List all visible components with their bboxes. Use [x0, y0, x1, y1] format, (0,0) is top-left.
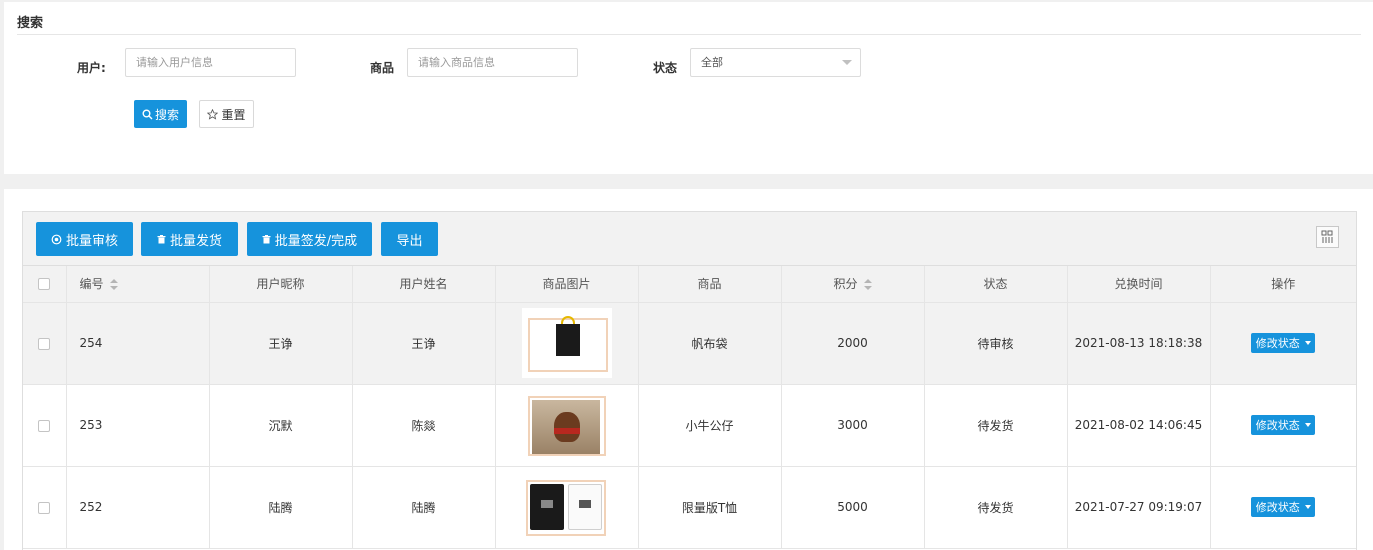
- select-all-cell: [23, 266, 67, 303]
- product-label: 商品: [370, 61, 395, 75]
- cell-points: 2000: [781, 302, 925, 385]
- table-row: 253 沉默 陈燚 小牛公仔 3000 待发货 2021-08-02 14:06…: [23, 384, 1356, 467]
- circle-dot-icon: [51, 234, 62, 244]
- caret-down-icon: [1304, 341, 1311, 345]
- cell-time: 2021-08-13 18:18:38: [1067, 302, 1211, 385]
- table-header-row: 编号 用户昵称 用户姓名 商品图片 商品 积分 状态 兑换时间 操作: [23, 266, 1356, 303]
- chevron-down-icon: [842, 60, 852, 65]
- cell-nickname: 沉默: [209, 384, 353, 467]
- status-label: 状态: [653, 61, 678, 75]
- col-header-image: 商品图片: [495, 266, 639, 303]
- cell-product: 帆布袋: [638, 302, 782, 385]
- col-header-status: 状态: [924, 266, 1068, 303]
- search-button-label: 搜索: [154, 107, 179, 122]
- modify-status-button[interactable]: 修改状态: [1251, 497, 1316, 517]
- cell-image: [495, 466, 639, 549]
- search-button[interactable]: 搜索: [134, 100, 187, 128]
- col-header-product: 商品: [638, 266, 782, 303]
- modify-status-button[interactable]: 修改状态: [1251, 415, 1316, 435]
- export-button[interactable]: 导出: [381, 222, 438, 256]
- cell-id: 254: [66, 302, 210, 385]
- batch-review-label: 批量审核: [65, 233, 118, 249]
- cell-id: 252: [66, 466, 210, 549]
- reset-button[interactable]: 重置: [199, 100, 254, 128]
- col-header-points[interactable]: 积分: [781, 266, 925, 303]
- modify-status-label: 修改状态: [1255, 501, 1300, 514]
- data-table: 编号 用户昵称 用户姓名 商品图片 商品 积分 状态 兑换时间 操作 254 王…: [23, 266, 1356, 549]
- trash-icon: [262, 234, 271, 243]
- table-row: 252 陆腾 陆腾 限量版T恤 5000 待发货 2021-07-27 09:1…: [23, 466, 1356, 549]
- cell-id: 253: [66, 384, 210, 467]
- cell-status: 待审核: [924, 302, 1068, 385]
- export-label: 导出: [396, 233, 423, 249]
- cell-time: 2021-08-02 14:06:45: [1067, 384, 1211, 467]
- col-header-name: 用户姓名: [352, 266, 496, 303]
- star-icon: [207, 108, 219, 120]
- col-header-nickname: 用户昵称: [209, 266, 353, 303]
- caret-down-icon: [1304, 505, 1311, 509]
- product-image[interactable]: [521, 308, 612, 378]
- row-checkbox[interactable]: [38, 337, 51, 350]
- row-checkbox[interactable]: [38, 501, 51, 514]
- col-header-id-label: 编号: [79, 277, 104, 292]
- status-select[interactable]: 全部: [690, 48, 861, 77]
- user-label: 用户:: [77, 61, 106, 75]
- cell-nickname: 王诤: [209, 302, 353, 385]
- select-all-checkbox[interactable]: [38, 278, 51, 291]
- cell-image: [495, 384, 639, 467]
- row-select-cell: [23, 466, 67, 549]
- grid-icon: [1321, 230, 1333, 243]
- search-icon: [142, 109, 153, 119]
- cell-product: 限量版T恤: [638, 466, 782, 549]
- cell-status: 待发货: [924, 384, 1068, 467]
- cell-points: 5000: [781, 466, 925, 549]
- row-select-cell: [23, 302, 67, 385]
- table-toolbar: 批量审核 批量发货 批量签发/完成 导出: [23, 212, 1356, 266]
- search-title: 搜索: [17, 16, 44, 31]
- cell-image: [495, 302, 639, 385]
- cell-name: 陈燚: [352, 384, 496, 467]
- modify-status-label: 修改状态: [1255, 419, 1300, 432]
- cell-action: 修改状态: [1210, 466, 1356, 549]
- data-table-container: 批量审核 批量发货 批量签发/完成 导出 编号 用户昵称 用户姓名 商品图片 商…: [22, 211, 1357, 550]
- modify-status-label: 修改状态: [1255, 337, 1300, 350]
- batch-ship-label: 批量发货: [169, 233, 222, 249]
- cell-action: 修改状态: [1210, 302, 1356, 385]
- product-image[interactable]: [521, 390, 612, 460]
- column-settings-button[interactable]: [1316, 226, 1339, 248]
- cell-nickname: 陆腾: [209, 466, 353, 549]
- product-image[interactable]: [521, 472, 612, 542]
- batch-sign-button[interactable]: 批量签发/完成: [247, 222, 372, 256]
- status-select-value: 全部: [701, 56, 723, 69]
- search-panel: 搜索 用户: 商品 状态 全部 搜索 重置: [4, 2, 1373, 174]
- col-header-points-label: 积分: [833, 277, 858, 292]
- reset-button-label: 重置: [221, 107, 246, 122]
- cell-product: 小牛公仔: [638, 384, 782, 467]
- trash-icon: [157, 234, 166, 243]
- modify-status-button[interactable]: 修改状态: [1251, 333, 1316, 353]
- cell-name: 王诤: [352, 302, 496, 385]
- row-checkbox[interactable]: [38, 419, 51, 432]
- cell-points: 3000: [781, 384, 925, 467]
- product-input[interactable]: [407, 48, 578, 77]
- sort-icon[interactable]: [109, 279, 118, 291]
- col-header-time: 兑换时间: [1067, 266, 1211, 303]
- cell-time: 2021-07-27 09:19:07: [1067, 466, 1211, 549]
- batch-review-button[interactable]: 批量审核: [36, 222, 133, 256]
- batch-sign-label: 批量签发/完成: [274, 233, 358, 249]
- cell-name: 陆腾: [352, 466, 496, 549]
- col-header-id[interactable]: 编号: [66, 266, 210, 303]
- caret-down-icon: [1304, 423, 1311, 427]
- table-panel: 批量审核 批量发货 批量签发/完成 导出 编号 用户昵称 用户姓名 商品图片 商…: [4, 189, 1373, 550]
- divider: [17, 34, 1361, 35]
- table-row: 254 王诤 王诤 帆布袋 2000 待审核 2021-08-13 18:18:…: [23, 302, 1356, 385]
- row-select-cell: [23, 384, 67, 467]
- col-header-action: 操作: [1210, 266, 1356, 303]
- cell-action: 修改状态: [1210, 384, 1356, 467]
- user-input[interactable]: [125, 48, 296, 77]
- sort-icon[interactable]: [863, 279, 872, 291]
- cell-status: 待发货: [924, 466, 1068, 549]
- batch-ship-button[interactable]: 批量发货: [141, 222, 238, 256]
